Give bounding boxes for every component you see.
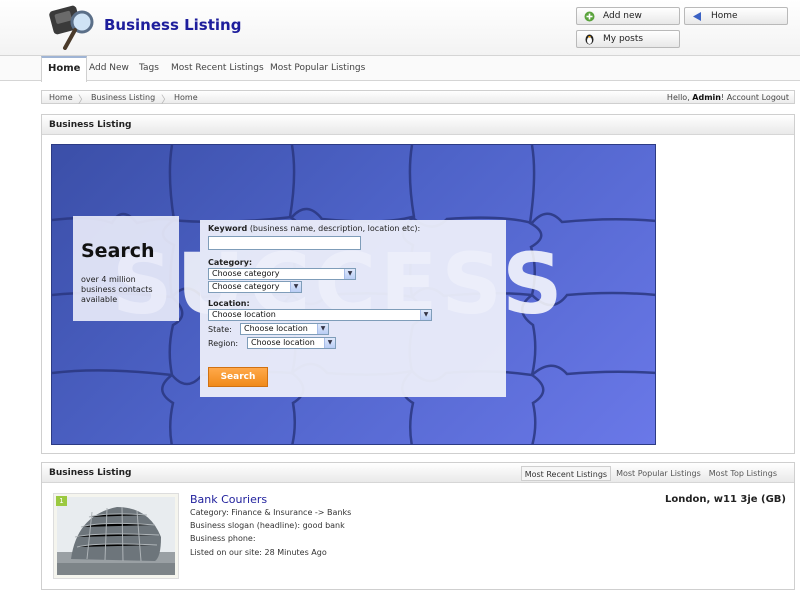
nav-most-recent[interactable]: Most Recent Listings [171,56,264,81]
site-title[interactable]: Business Listing [104,16,241,34]
category-select[interactable]: Choose category ▼ [208,268,356,280]
chevron-down-icon: ▼ [317,324,328,334]
search-title: Search [81,240,155,262]
logout-link[interactable]: Logout [762,93,789,102]
penguin-icon [583,33,595,45]
listing-tabs: Most Recent Listings Most Popular Listin… [519,466,780,481]
search-intro: Search over 4 million business contacts … [73,216,179,321]
state-row: State: Choose location ▼ [208,323,498,335]
home-button[interactable]: Home [684,7,788,25]
listing-phone: Business phone: [190,534,256,543]
nav-add-new[interactable]: Add New [89,56,129,81]
listing-panel-heading: Business Listing Most Recent Listings Mo… [42,463,794,483]
search-panel-heading: Business Listing [42,115,794,135]
listing-title[interactable]: Bank Couriers [190,493,267,506]
chevron-down-icon: ▼ [420,310,431,320]
main-nav: Home Add New Tags Most Recent Listings M… [0,55,800,82]
region-label: Region: [208,338,239,348]
tab-most-recent[interactable]: Most Recent Listings [520,466,612,481]
region-select[interactable]: Choose location ▼ [247,337,336,349]
keyword-label: Keyword (business name, description, loc… [208,224,421,233]
tab-most-popular[interactable]: Most Popular Listings [613,466,704,481]
chevron-down-icon: ▼ [324,338,335,348]
breadcrumb: Home 〉 Business Listing 〉 Home Hello, Ad… [41,90,795,106]
username: Admin [692,93,721,102]
nav-tags[interactable]: Tags [139,56,159,81]
keyword-input[interactable] [208,236,361,250]
region-row: Region: Choose location ▼ [208,337,498,349]
account-link[interactable]: ! Account [721,93,759,102]
search-button[interactable]: Search [208,367,268,387]
location-label: Location: [208,299,250,308]
breadcrumb-separator: 〉 [161,95,171,106]
location-select[interactable]: Choose location ▼ [208,309,432,321]
listing-category: Category: Finance & Insurance -> Banks [190,508,352,517]
listing-thumbnail[interactable]: 1 [53,493,179,579]
state-select[interactable]: Choose location ▼ [240,323,329,335]
listing-date: Listed on our site: 28 Minutes Ago [190,548,327,557]
my-posts-label: My posts [603,34,644,44]
state-label: State: [208,324,232,334]
search-panel: Business Listing SUCCESS Search over 4 m… [41,114,795,454]
building-image [57,497,175,575]
home-label: Home [711,11,738,21]
add-new-label: Add new [603,11,642,21]
chevron-down-icon: ▼ [344,269,355,279]
breadcrumb-current: Home [174,93,198,102]
user-box: Hello, Admin! Account Logout [667,93,789,102]
nav-most-popular[interactable]: Most Popular Listings [270,56,365,81]
category-label: Category: [208,258,253,267]
breadcrumb-separator: 〉 [78,95,88,106]
greeting: Hello, [666,93,690,102]
my-posts-button[interactable]: My posts [576,30,680,48]
listing-slogan: Business slogan (headline): good bank [190,521,345,530]
breadcrumb-business-listing[interactable]: Business Listing [91,93,155,102]
listing-location: London, w11 3je (GB) [664,494,786,505]
breadcrumb-home[interactable]: Home [49,93,73,102]
subcategory-select[interactable]: Choose category ▼ [208,281,302,293]
chevron-down-icon: ▼ [290,282,301,292]
search-subtitle: over 4 million business contacts availab… [81,275,153,304]
search-form: Keyword (business name, description, loc… [200,220,506,397]
back-arrow-icon [691,10,703,22]
search-banner: SUCCESS Search over 4 million business c… [51,144,656,445]
tab-most-top[interactable]: Most Top Listings [706,466,780,481]
logo-icon[interactable] [47,2,97,50]
rank-badge: 1 [56,496,67,506]
nav-home[interactable]: Home [41,56,88,82]
header: Business Listing Add new Home My posts [0,0,800,55]
plus-icon [583,10,595,22]
add-new-button[interactable]: Add new [576,7,680,25]
listing-panel: Business Listing Most Recent Listings Mo… [41,462,795,590]
